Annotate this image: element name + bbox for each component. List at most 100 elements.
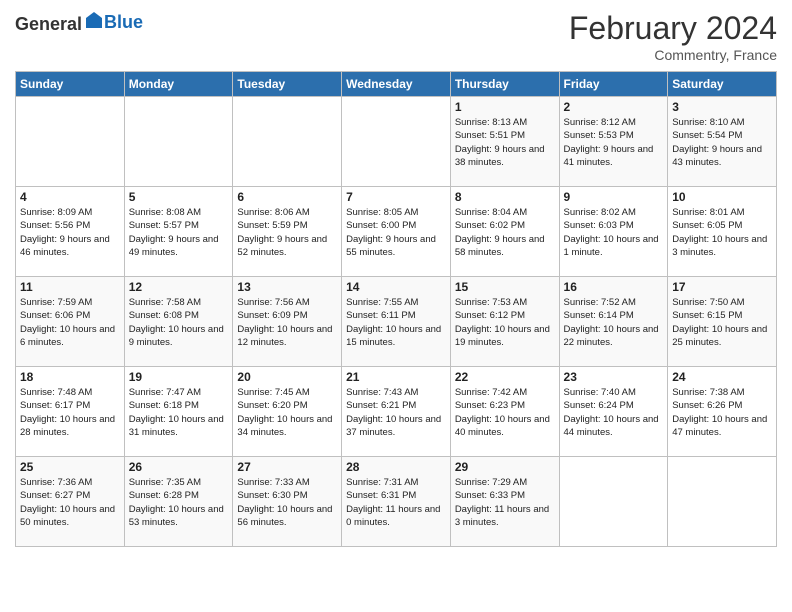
day-info: Sunrise: 8:10 AMSunset: 5:54 PMDaylight:… (672, 116, 772, 169)
calendar-cell: 7 Sunrise: 8:05 AMSunset: 6:00 PMDaylight… (342, 187, 451, 277)
day-info: Sunrise: 8:13 AMSunset: 5:51 PMDaylight:… (455, 116, 555, 169)
calendar-cell (124, 97, 233, 187)
day-info: Sunrise: 8:05 AMSunset: 6:00 PMDaylight:… (346, 206, 446, 259)
day-number: 25 (20, 460, 120, 474)
day-number: 20 (237, 370, 337, 384)
day-number: 24 (672, 370, 772, 384)
calendar-week-row: 4Sunrise: 8:09 AMSunset: 5:56 PMDaylight… (16, 187, 777, 277)
day-info: Sunrise: 7:48 AMSunset: 6:17 PMDaylight:… (20, 386, 120, 439)
day-of-week-header: Thursday (450, 72, 559, 97)
day-number: 18 (20, 370, 120, 384)
day-info: Sunrise: 8:12 AMSunset: 5:53 PMDaylight:… (564, 116, 664, 169)
calendar-week-row: 11 Sunrise: 7:59 AMSunset: 6:06 PMDayligh… (16, 277, 777, 367)
calendar-body: 1 Sunrise: 8:13 AMSunset: 5:51 PMDaylight… (16, 97, 777, 547)
calendar-cell: 22 Sunrise: 7:42 AMSunset: 6:23 PMDayligh… (450, 367, 559, 457)
calendar-cell: 2 Sunrise: 8:12 AMSunset: 5:53 PMDaylight… (559, 97, 668, 187)
day-info: Sunrise: 7:59 AMSunset: 6:06 PMDaylight:… (20, 296, 120, 349)
calendar-cell: 6 Sunrise: 8:06 AMSunset: 5:59 PMDaylight… (233, 187, 342, 277)
calendar-title: February 2024 (569, 10, 777, 47)
day-number: 10 (672, 190, 772, 204)
calendar-cell: 23 Sunrise: 7:40 AMSunset: 6:24 PMDayligh… (559, 367, 668, 457)
day-number: 3 (672, 100, 772, 114)
day-info: Sunrise: 8:09 AMSunset: 5:56 PMDaylight:… (20, 206, 120, 259)
calendar-cell: 12 Sunrise: 7:58 AMSunset: 6:08 PMDayligh… (124, 277, 233, 367)
calendar-week-row: 25 Sunrise: 7:36 AMSunset: 6:27 PMDayligh… (16, 457, 777, 547)
day-info: Sunrise: 7:40 AMSunset: 6:24 PMDaylight:… (564, 386, 664, 439)
calendar-week-row: 18 Sunrise: 7:48 AMSunset: 6:17 PMDayligh… (16, 367, 777, 457)
calendar-cell: 20Sunrise: 7:45 AMSunset: 6:20 PMDayligh… (233, 367, 342, 457)
day-number: 11 (20, 280, 120, 294)
day-info: Sunrise: 8:08 AMSunset: 5:57 PMDaylight:… (129, 206, 229, 259)
calendar-cell: 9 Sunrise: 8:02 AMSunset: 6:03 PMDaylight… (559, 187, 668, 277)
calendar-cell: 24 Sunrise: 7:38 AMSunset: 6:26 PMDayligh… (668, 367, 777, 457)
day-number: 17 (672, 280, 772, 294)
day-number: 23 (564, 370, 664, 384)
calendar-cell: 8Sunrise: 8:04 AMSunset: 6:02 PMDaylight… (450, 187, 559, 277)
day-number: 9 (564, 190, 664, 204)
day-info: Sunrise: 7:50 AMSunset: 6:15 PMDaylight:… (672, 296, 772, 349)
day-info: Sunrise: 7:31 AMSunset: 6:31 PMDaylight:… (346, 476, 446, 529)
logo-general-text: General (15, 10, 104, 35)
logo-icon (84, 10, 104, 30)
day-of-week-header: Saturday (668, 72, 777, 97)
day-number: 13 (237, 280, 337, 294)
day-of-week-header: Friday (559, 72, 668, 97)
day-number: 16 (564, 280, 664, 294)
logo: General Blue (15, 10, 143, 35)
day-number: 6 (237, 190, 337, 204)
day-number: 14 (346, 280, 446, 294)
calendar-cell: 13 Sunrise: 7:56 AMSunset: 6:09 PMDayligh… (233, 277, 342, 367)
day-number: 1 (455, 100, 555, 114)
day-info: Sunrise: 7:47 AMSunset: 6:18 PMDaylight:… (129, 386, 229, 439)
day-info: Sunrise: 7:38 AMSunset: 6:26 PMDaylight:… (672, 386, 772, 439)
day-number: 27 (237, 460, 337, 474)
day-of-week-header: Tuesday (233, 72, 342, 97)
calendar-cell: 28 Sunrise: 7:31 AMSunset: 6:31 PMDayligh… (342, 457, 451, 547)
day-info: Sunrise: 8:01 AMSunset: 6:05 PMDaylight:… (672, 206, 772, 259)
calendar-cell: 25 Sunrise: 7:36 AMSunset: 6:27 PMDayligh… (16, 457, 125, 547)
day-number: 5 (129, 190, 229, 204)
day-number: 15 (455, 280, 555, 294)
day-number: 7 (346, 190, 446, 204)
day-number: 26 (129, 460, 229, 474)
calendar-cell (668, 457, 777, 547)
calendar-cell: 1 Sunrise: 8:13 AMSunset: 5:51 PMDaylight… (450, 97, 559, 187)
calendar-cell: 21 Sunrise: 7:43 AMSunset: 6:21 PMDayligh… (342, 367, 451, 457)
day-info: Sunrise: 7:56 AMSunset: 6:09 PMDaylight:… (237, 296, 337, 349)
day-info: Sunrise: 8:06 AMSunset: 5:59 PMDaylight:… (237, 206, 337, 259)
day-info: Sunrise: 7:42 AMSunset: 6:23 PMDaylight:… (455, 386, 555, 439)
page-header: General Blue February 2024 Commentry, Fr… (15, 10, 777, 63)
day-number: 12 (129, 280, 229, 294)
day-info: Sunrise: 7:55 AMSunset: 6:11 PMDaylight:… (346, 296, 446, 349)
calendar-header-row: SundayMondayTuesdayWednesdayThursdayFrid… (16, 72, 777, 97)
logo-blue-text: Blue (104, 12, 143, 33)
day-of-week-header: Monday (124, 72, 233, 97)
day-info: Sunrise: 7:29 AMSunset: 6:33 PMDaylight:… (455, 476, 555, 529)
calendar-cell: 4Sunrise: 8:09 AMSunset: 5:56 PMDaylight… (16, 187, 125, 277)
calendar-cell (233, 97, 342, 187)
day-number: 2 (564, 100, 664, 114)
day-info: Sunrise: 7:52 AMSunset: 6:14 PMDaylight:… (564, 296, 664, 349)
calendar-cell: 3 Sunrise: 8:10 AMSunset: 5:54 PMDaylight… (668, 97, 777, 187)
day-info: Sunrise: 7:36 AMSunset: 6:27 PMDaylight:… (20, 476, 120, 529)
day-number: 29 (455, 460, 555, 474)
calendar-cell: 5 Sunrise: 8:08 AMSunset: 5:57 PMDaylight… (124, 187, 233, 277)
day-info: Sunrise: 8:02 AMSunset: 6:03 PMDaylight:… (564, 206, 664, 259)
day-info: Sunrise: 7:58 AMSunset: 6:08 PMDaylight:… (129, 296, 229, 349)
calendar-cell (559, 457, 668, 547)
day-number: 21 (346, 370, 446, 384)
day-number: 8 (455, 190, 555, 204)
day-info: Sunrise: 7:43 AMSunset: 6:21 PMDaylight:… (346, 386, 446, 439)
day-of-week-header: Sunday (16, 72, 125, 97)
calendar-cell: 15Sunrise: 7:53 AMSunset: 6:12 PMDayligh… (450, 277, 559, 367)
day-number: 22 (455, 370, 555, 384)
calendar-cell: 29 Sunrise: 7:29 AMSunset: 6:33 PMDayligh… (450, 457, 559, 547)
day-info: Sunrise: 7:33 AMSunset: 6:30 PMDaylight:… (237, 476, 337, 529)
day-number: 28 (346, 460, 446, 474)
day-of-week-header: Wednesday (342, 72, 451, 97)
calendar-cell: 26Sunrise: 7:35 AMSunset: 6:28 PMDayligh… (124, 457, 233, 547)
calendar-cell: 11 Sunrise: 7:59 AMSunset: 6:06 PMDayligh… (16, 277, 125, 367)
day-number: 19 (129, 370, 229, 384)
calendar-cell: 18 Sunrise: 7:48 AMSunset: 6:17 PMDayligh… (16, 367, 125, 457)
title-block: February 2024 Commentry, France (569, 10, 777, 63)
